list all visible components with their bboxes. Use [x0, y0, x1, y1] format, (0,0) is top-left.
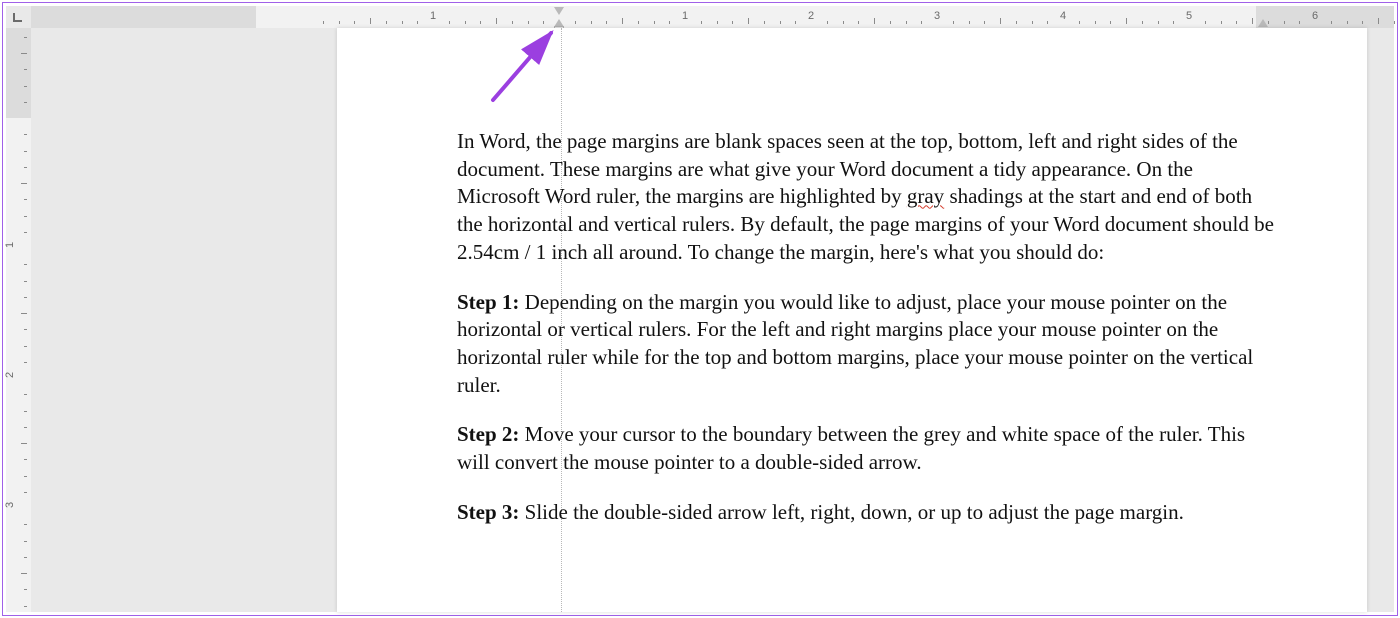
paragraph-intro[interactable]: In Word, the page margins are blank spac… [457, 128, 1277, 267]
step-1-label: Step 1: [457, 290, 519, 314]
paragraph-step-3[interactable]: Step 3: Slide the double-sided arrow lef… [457, 499, 1277, 527]
document-page[interactable]: In Word, the page margins are blank spac… [337, 28, 1367, 612]
vertical-ruler[interactable]: 123 [6, 28, 32, 612]
document-body[interactable]: In Word, the page margins are blank spac… [457, 128, 1277, 549]
app-frame: 1123456 123 In Word, the page margins ar… [2, 2, 1398, 616]
editor-canvas: In Word, the page margins are blank spac… [31, 28, 1394, 612]
spellcheck-squiggle[interactable]: gray [907, 184, 944, 208]
horizontal-ruler[interactable]: 1123456 [31, 6, 1394, 29]
v-ruler-top-margin[interactable] [6, 28, 31, 118]
paragraph-step-1[interactable]: Step 1: Depending on the margin you woul… [457, 289, 1277, 400]
ruler-corner [6, 6, 32, 29]
first-line-indent-marker[interactable] [554, 7, 564, 15]
paragraph-step-2[interactable]: Step 2: Move your cursor to the boundary… [457, 421, 1277, 476]
step-3-label: Step 3: [457, 500, 519, 524]
step-2-label: Step 2: [457, 422, 519, 446]
h-ruler-ticks: 1123456 [31, 6, 1394, 28]
tab-stop-icon [12, 11, 26, 25]
right-indent-marker[interactable] [1258, 19, 1268, 27]
